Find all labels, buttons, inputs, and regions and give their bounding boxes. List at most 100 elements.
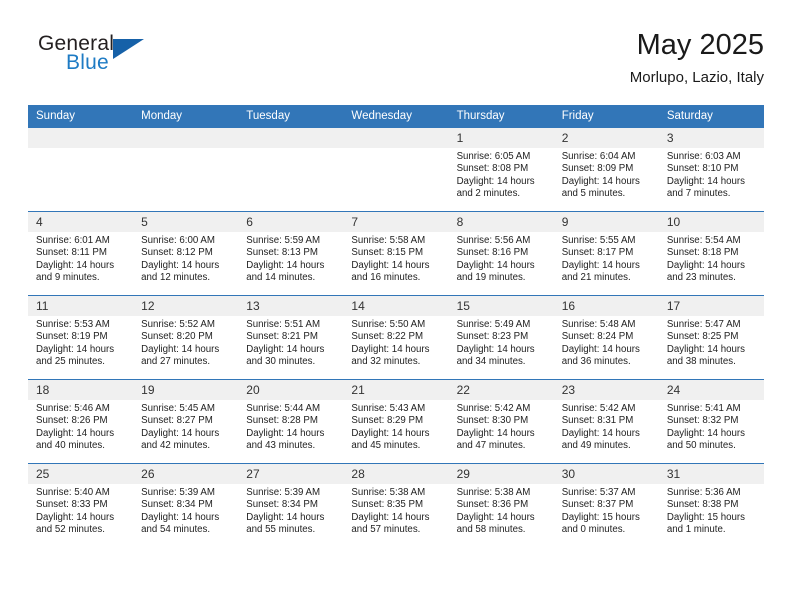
calendar-day-cell[interactable]: 4 Sunrise: 6:01 AM Sunset: 8:11 PM Daylight…: [28, 211, 134, 296]
weekday-header-wednesday: Wednesday: [343, 105, 449, 128]
weekday-header-sunday: Sunday: [28, 105, 134, 128]
day-details: Sunrise: 5:42 AM Sunset: 8:30 PM Daylight:…: [449, 400, 554, 453]
calendar-day-cell[interactable]: 8 Sunrise: 5:56 AM Sunset: 8:16 PM Daylight…: [448, 211, 554, 296]
sunrise-text: Sunrise: 5:39 AM: [246, 487, 321, 498]
calendar-day-cell[interactable]: 22 Sunrise: 5:42 AM Sunset: 8:30 PM Dayligh…: [448, 379, 554, 464]
sunrise-text: Sunrise: 5:44 AM: [246, 403, 321, 414]
calendar-day-cell[interactable]: 3 Sunrise: 6:03 AM Sunset: 8:10 PM Daylight…: [658, 127, 764, 212]
sunset-text: Sunset: 8:34 PM: [246, 499, 318, 511]
calendar-day-cell[interactable]: 21 Sunrise: 5:43 AM Sunset: 8:29 PM Dayligh…: [343, 379, 449, 464]
sunrise-text: Sunrise: 5:47 AM: [666, 319, 741, 330]
calendar-day-cell[interactable]: 27 Sunrise: 5:39 AM Sunset: 8:34 PM Dayligh…: [238, 463, 344, 547]
day-number: [343, 128, 449, 148]
calendar-day-cell[interactable]: 9 Sunrise: 5:55 AM Sunset: 8:17 PM Daylight…: [553, 211, 659, 296]
calendar-day-cell[interactable]: 7 Sunrise: 5:58 AM Sunset: 8:15 PM Daylight…: [343, 211, 449, 296]
day-details: Sunrise: 5:51 AM Sunset: 8:21 PM Daylight:…: [238, 316, 343, 369]
calendar-day-cell[interactable]: 2 Sunrise: 6:04 AM Sunset: 8:09 PM Daylight…: [553, 127, 659, 212]
day-number: 23: [553, 380, 659, 400]
day-details: Sunrise: 6:00 AM Sunset: 8:12 PM Daylight:…: [133, 232, 238, 285]
sunrise-text: Sunrise: 6:04 AM: [561, 151, 636, 162]
sunrise-text: Sunrise: 5:42 AM: [456, 403, 531, 414]
calendar-page: General Blue May 2025 Morlupo, Lazio, It…: [0, 0, 792, 612]
day-details: Sunrise: 5:43 AM Sunset: 8:29 PM Daylight:…: [343, 400, 448, 453]
calendar-day-cell[interactable]: 13 Sunrise: 5:51 AM Sunset: 8:21 PM Dayligh…: [238, 295, 344, 380]
calendar-day-cell[interactable]: 23 Sunrise: 5:42 AM Sunset: 8:31 PM Dayligh…: [553, 379, 659, 464]
calendar-day-cell[interactable]: 26 Sunrise: 5:39 AM Sunset: 8:34 PM Dayligh…: [133, 463, 239, 547]
day-details: Sunrise: 5:38 AM Sunset: 8:35 PM Daylight:…: [343, 484, 448, 537]
triangle-logo-icon: [113, 39, 144, 59]
day-details: Sunrise: 5:42 AM Sunset: 8:31 PM Daylight:…: [554, 400, 659, 453]
day-details: Sunrise: 6:04 AM Sunset: 8:09 PM Daylight:…: [554, 148, 659, 201]
sunrise-text: Sunrise: 5:49 AM: [456, 319, 531, 330]
day-details: Sunrise: 5:54 AM Sunset: 8:18 PM Daylight:…: [659, 232, 764, 285]
calendar-header-row: Sunday Monday Tuesday Wednesday Thursday…: [28, 105, 764, 128]
calendar-day-cell[interactable]: 15 Sunrise: 5:49 AM Sunset: 8:23 PM Dayligh…: [448, 295, 554, 380]
daylight-text: Daylight: 15 hours and 0 minutes.: [561, 511, 640, 536]
sunset-text: Sunset: 8:30 PM: [456, 415, 529, 427]
day-number: 26: [133, 464, 239, 484]
day-details: Sunrise: 5:46 AM Sunset: 8:26 PM Daylight:…: [28, 400, 133, 453]
sunrise-text: Sunrise: 5:36 AM: [666, 487, 741, 498]
weekday-header-tuesday: Tuesday: [238, 105, 344, 128]
sunrise-text: Sunrise: 5:53 AM: [36, 319, 110, 330]
daylight-text: Daylight: 14 hours and 34 minutes.: [456, 343, 535, 368]
day-details: Sunrise: 5:45 AM Sunset: 8:27 PM Daylight:…: [133, 400, 238, 453]
day-number: 2: [553, 128, 659, 148]
calendar-day-cell[interactable]: 20 Sunrise: 5:44 AM Sunset: 8:28 PM Dayligh…: [238, 379, 344, 464]
sunset-text: Sunset: 8:38 PM: [666, 499, 739, 511]
calendar-week-row: 11 Sunrise: 5:53 AM Sunset: 8:19 PM Dayligh…: [28, 295, 764, 380]
calendar-day-cell[interactable]: 28 Sunrise: 5:38 AM Sunset: 8:35 PM Dayligh…: [343, 463, 449, 547]
sunrise-text: Sunrise: 6:00 AM: [141, 235, 215, 246]
brand-logo[interactable]: General Blue: [38, 32, 238, 88]
calendar-day-cell[interactable]: 1 Sunrise: 6:05 AM Sunset: 8:08 PM Daylight…: [448, 127, 554, 212]
day-number: 16: [553, 296, 659, 316]
daylight-text: Daylight: 14 hours and 23 minutes.: [666, 259, 745, 284]
sunset-text: Sunset: 8:33 PM: [36, 499, 108, 511]
daylight-text: Daylight: 14 hours and 43 minutes.: [246, 427, 325, 452]
day-number: 18: [28, 380, 134, 400]
daylight-text: Daylight: 14 hours and 2 minutes.: [456, 175, 535, 200]
calendar-day-cell[interactable]: 31 Sunrise: 5:36 AM Sunset: 8:38 PM Dayligh…: [658, 463, 764, 547]
calendar-day-cell[interactable]: 19 Sunrise: 5:45 AM Sunset: 8:27 PM Dayligh…: [133, 379, 239, 464]
day-number: 24: [658, 380, 764, 400]
calendar-day-cell[interactable]: 14 Sunrise: 5:50 AM Sunset: 8:22 PM Dayligh…: [343, 295, 449, 380]
calendar-day-cell[interactable]: 12 Sunrise: 5:52 AM Sunset: 8:20 PM Dayligh…: [133, 295, 239, 380]
calendar-week-row: 4 Sunrise: 6:01 AM Sunset: 8:11 PM Daylight…: [28, 211, 764, 296]
sunset-text: Sunset: 8:26 PM: [36, 415, 108, 427]
calendar-day-cell[interactable]: 29 Sunrise: 5:38 AM Sunset: 8:36 PM Dayligh…: [448, 463, 554, 547]
calendar-day-cell[interactable]: 17 Sunrise: 5:47 AM Sunset: 8:25 PM Dayligh…: [658, 295, 764, 380]
day-details: Sunrise: 5:47 AM Sunset: 8:25 PM Daylight:…: [659, 316, 764, 369]
calendar-day-cell[interactable]: 11 Sunrise: 5:53 AM Sunset: 8:19 PM Dayligh…: [28, 295, 134, 380]
calendar-day-cell[interactable]: 30 Sunrise: 5:37 AM Sunset: 8:37 PM Dayligh…: [553, 463, 659, 547]
day-number: 27: [238, 464, 344, 484]
calendar-day-cell[interactable]: 5 Sunrise: 6:00 AM Sunset: 8:12 PM Daylight…: [133, 211, 239, 296]
sunset-text: Sunset: 8:23 PM: [456, 331, 529, 343]
calendar-day-cell[interactable]: 18 Sunrise: 5:46 AM Sunset: 8:26 PM Dayligh…: [28, 379, 134, 464]
sunrise-text: Sunrise: 5:55 AM: [561, 235, 636, 246]
daylight-text: Daylight: 14 hours and 32 minutes.: [351, 343, 430, 368]
calendar-day-cell[interactable]: 25 Sunrise: 5:40 AM Sunset: 8:33 PM Dayligh…: [28, 463, 134, 547]
calendar-week-row: 1 Sunrise: 6:05 AM Sunset: 8:08 PM Daylight…: [28, 127, 764, 212]
location-subtitle: Morlupo, Lazio, Italy: [629, 69, 764, 86]
daylight-text: Daylight: 14 hours and 21 minutes.: [561, 259, 640, 284]
daylight-text: Daylight: 14 hours and 42 minutes.: [141, 427, 220, 452]
page-title: May 2025: [636, 29, 764, 61]
sunset-text: Sunset: 8:37 PM: [561, 499, 634, 511]
calendar-day-cell[interactable]: 24 Sunrise: 5:41 AM Sunset: 8:32 PM Dayligh…: [658, 379, 764, 464]
sunset-text: Sunset: 8:19 PM: [36, 331, 108, 343]
day-details: Sunrise: 5:39 AM Sunset: 8:34 PM Daylight:…: [238, 484, 343, 537]
calendar-day-cell[interactable]: 10 Sunrise: 5:54 AM Sunset: 8:18 PM Dayligh…: [658, 211, 764, 296]
day-number: 22: [448, 380, 554, 400]
day-number: 28: [343, 464, 449, 484]
calendar-week-row: 18 Sunrise: 5:46 AM Sunset: 8:26 PM Dayligh…: [28, 379, 764, 464]
day-number: 11: [28, 296, 134, 316]
calendar-day-cell[interactable]: 6 Sunrise: 5:59 AM Sunset: 8:13 PM Daylight…: [238, 211, 344, 296]
sunset-text: Sunset: 8:10 PM: [666, 163, 739, 175]
sunset-text: Sunset: 8:34 PM: [141, 499, 213, 511]
calendar-day-cell[interactable]: 16 Sunrise: 5:48 AM Sunset: 8:24 PM Dayligh…: [553, 295, 659, 380]
day-number: 25: [28, 464, 134, 484]
daylight-text: Daylight: 14 hours and 49 minutes.: [561, 427, 640, 452]
day-details: Sunrise: 5:52 AM Sunset: 8:20 PM Daylight:…: [133, 316, 238, 369]
day-details: Sunrise: 5:38 AM Sunset: 8:36 PM Daylight:…: [449, 484, 554, 537]
day-number: 8: [448, 212, 554, 232]
